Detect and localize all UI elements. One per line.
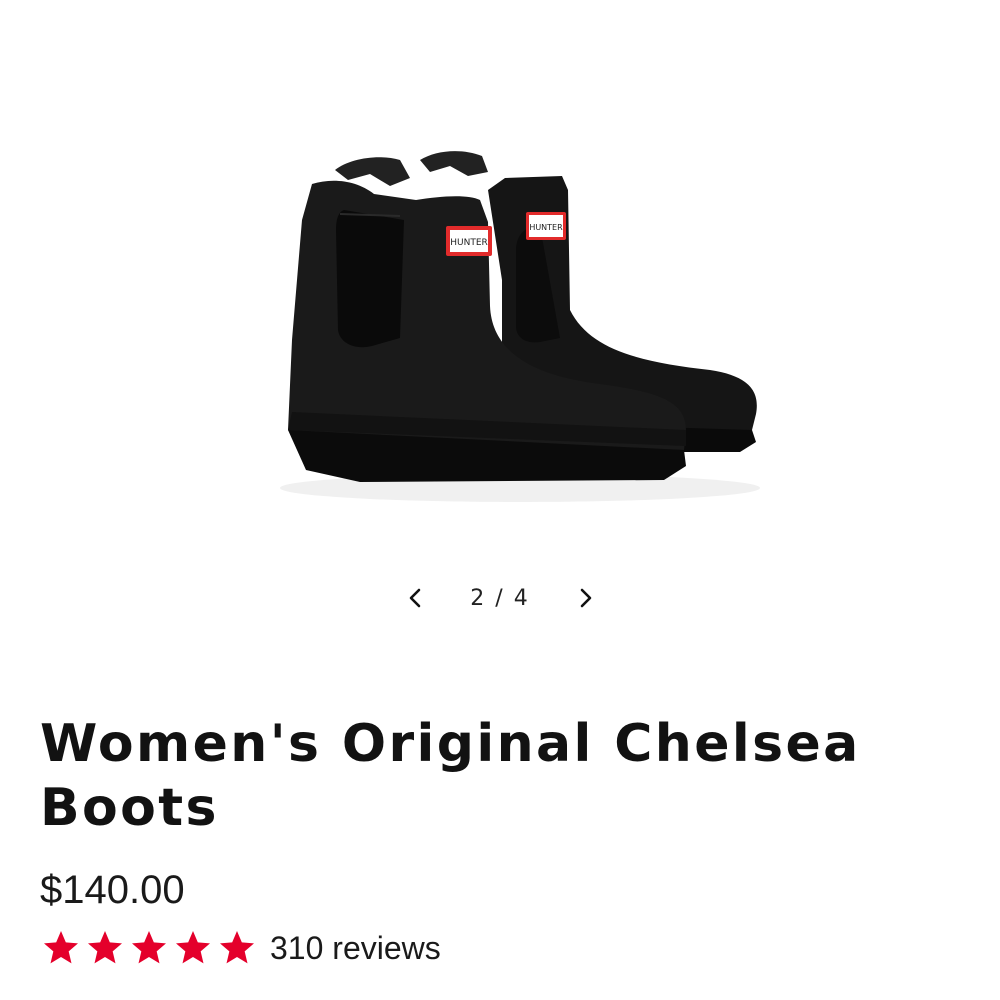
product-price: $140.00 <box>40 868 185 912</box>
star-icon <box>88 931 122 964</box>
product-title: Women's Original Chelsea Boots <box>40 714 861 838</box>
next-image-button[interactable] <box>565 578 605 618</box>
hunter-logo-badge: HUNTER <box>526 212 566 240</box>
hunter-logo-badge: HUNTER <box>446 226 492 256</box>
previous-image-button[interactable] <box>396 578 436 618</box>
product-image[interactable]: HUNTER HUNTER <box>240 130 780 510</box>
chevron-right-icon <box>580 588 592 608</box>
star-icon <box>176 931 210 964</box>
gallery-pager: 2 / 4 <box>0 578 1000 618</box>
star-icon <box>220 931 254 964</box>
product-rating[interactable]: 310 reviews <box>40 926 441 970</box>
chevron-left-icon <box>409 588 421 608</box>
product-page: HUNTER HUNTER 2 / 4 Women's Original Che… <box>0 0 1000 1000</box>
star-icon <box>44 931 78 964</box>
svg-text:HUNTER: HUNTER <box>529 223 563 232</box>
reviews-link[interactable]: 310 reviews <box>270 930 441 967</box>
product-gallery: HUNTER HUNTER 2 / 4 <box>0 0 1000 611</box>
boot-front-shape <box>288 180 686 482</box>
svg-text:HUNTER: HUNTER <box>450 238 488 248</box>
star-icon <box>132 931 166 964</box>
image-counter: 2 / 4 <box>470 585 530 611</box>
star-rating <box>40 928 260 968</box>
